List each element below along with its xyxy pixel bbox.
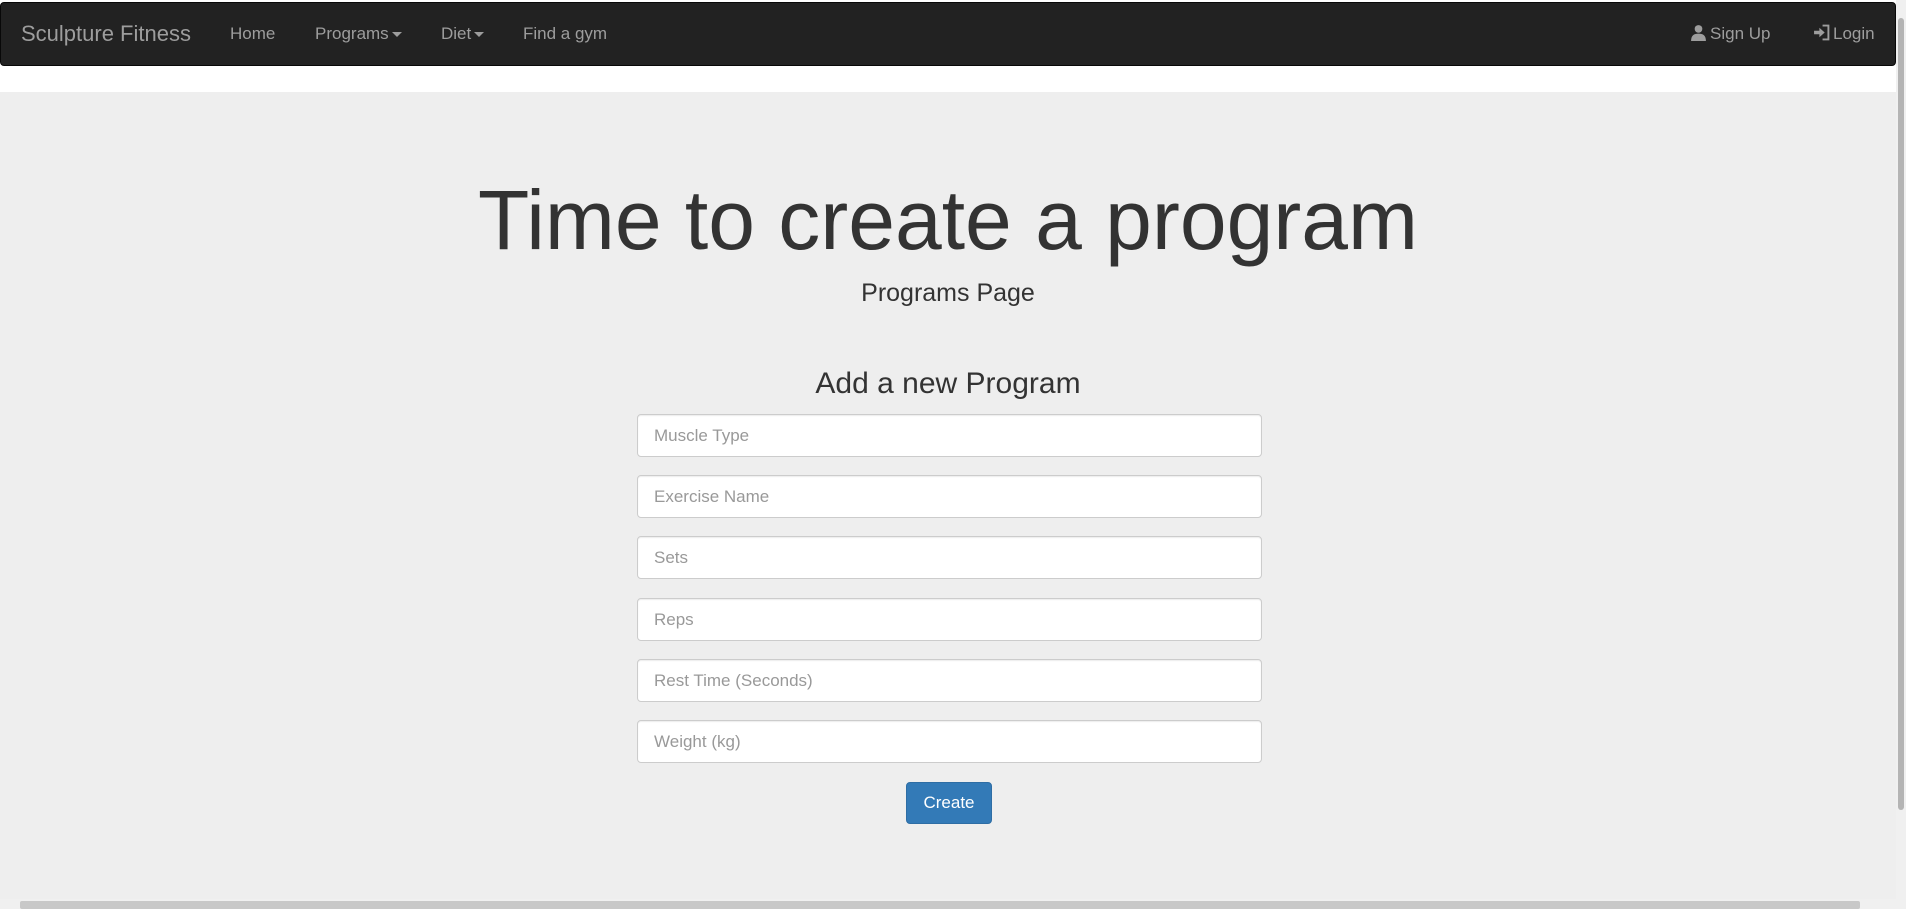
nav-login-label: Login [1833,24,1875,43]
horizontal-scrollbar[interactable] [0,899,1896,909]
page-title: Time to create a program [478,173,1418,267]
exercise-name-input[interactable] [637,475,1262,518]
nav-find-gym-label: Find a gym [523,24,608,43]
nav-home[interactable]: Home [230,3,275,65]
horizontal-scrollbar-thumb[interactable] [20,901,1860,909]
nav-login[interactable]: Login [1813,3,1875,65]
nav-programs-label: Programs [315,24,389,43]
reps-input[interactable] [637,598,1262,641]
user-icon [1690,24,1707,41]
vertical-scrollbar[interactable] [1896,0,1906,909]
caret-down-icon [391,32,402,38]
weight-input[interactable] [637,720,1262,763]
create-button[interactable]: Create [906,782,992,824]
nav-diet-dropdown[interactable]: Diet [441,3,485,65]
brand-link[interactable]: Sculpture Fitness [21,3,191,65]
caret-down-icon [474,32,485,38]
sets-input[interactable] [637,536,1262,579]
page-subtitle: Programs Page [861,279,1035,307]
nav-find-gym[interactable]: Find a gym [523,3,607,65]
page: Sculpture Fitness Home Programs Diet Fin… [0,0,1906,909]
rest-time-input[interactable] [637,659,1262,702]
nav-sign-up-label: Sign Up [1710,24,1771,43]
vertical-scrollbar-thumb[interactable] [1898,18,1904,810]
login-icon [1813,24,1830,41]
nav-programs-dropdown[interactable]: Programs [315,3,402,65]
nav-diet-label: Diet [441,24,472,43]
form-heading: Add a new Program [815,367,1081,400]
jumbotron: Time to create a program Programs Page A… [0,92,1896,909]
top-navbar: Sculpture Fitness Home Programs Diet Fin… [0,2,1896,66]
nav-sign-up[interactable]: Sign Up [1690,3,1770,65]
muscle-type-input[interactable] [637,414,1262,457]
nav-home-label: Home [230,24,276,43]
